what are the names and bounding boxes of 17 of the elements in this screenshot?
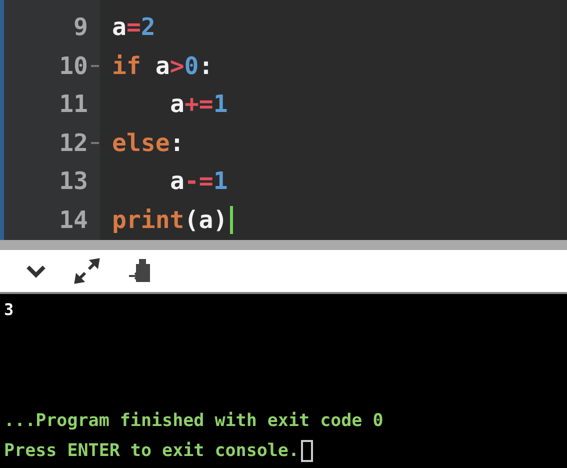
code-line: a=2 bbox=[112, 12, 156, 44]
expand-icon[interactable] bbox=[74, 258, 100, 284]
console-message: Press ENTER to exit console. bbox=[4, 436, 314, 466]
line-number: 11 bbox=[59, 90, 89, 118]
line-number: 13 bbox=[59, 167, 89, 196]
code-line: if a>0: bbox=[112, 50, 214, 82]
code-line: a-=1 bbox=[169, 166, 228, 198]
console-output: 3 bbox=[4, 300, 14, 319]
code-line: else: bbox=[112, 128, 184, 159]
code-line: print(a) bbox=[112, 200, 233, 239]
clear-console-icon[interactable] bbox=[128, 258, 152, 284]
code-line: a+=1 bbox=[169, 89, 228, 120]
code-editor[interactable]: 9 10 11 12 13 14 a=2 if a>0: a+=1 else: a-=1 print(a) bbox=[0, 0, 567, 240]
console-message: ...Program finished with exit code 0 bbox=[4, 410, 384, 433]
chevron-down-icon[interactable] bbox=[26, 264, 46, 278]
line-number: 9 bbox=[74, 13, 89, 42]
line-number: 14 bbox=[59, 206, 89, 234]
